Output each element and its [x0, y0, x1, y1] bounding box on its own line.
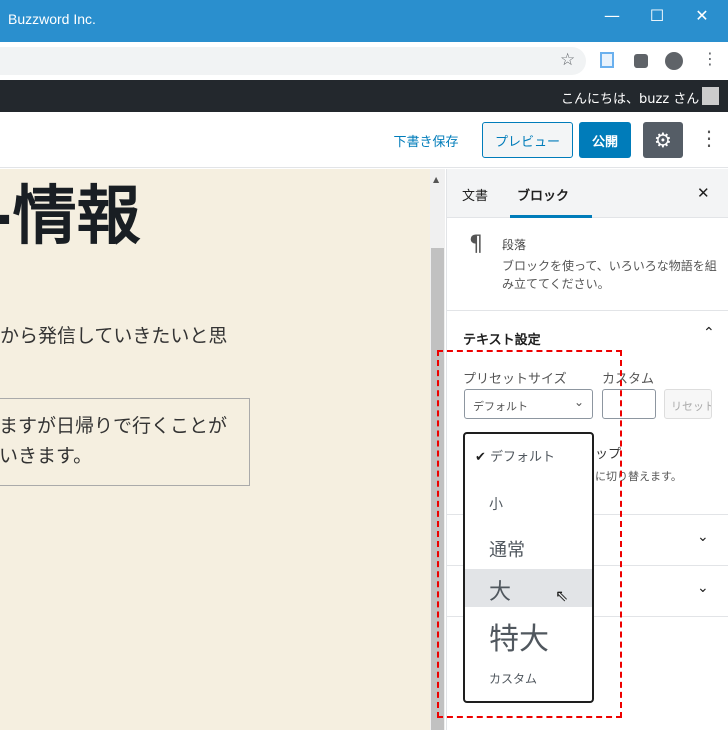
publish-button[interactable]: 公開: [579, 122, 631, 158]
profile-icon[interactable]: [665, 52, 683, 70]
tab-capture-icon[interactable]: [600, 52, 614, 68]
block-card: ¶ 段落 ブロックを使って、いろいろな物語を組み立ててください。: [447, 218, 728, 311]
block-line: ますが日帰りで行くことが: [0, 415, 228, 437]
close-icon[interactable]: ✕: [697, 184, 710, 202]
selected-paragraph-block[interactable]: ますが日帰りで行くことが いきます。: [0, 398, 250, 486]
chevron-down-icon[interactable]: ⌄: [697, 529, 709, 545]
more-options-button[interactable]: ⋮: [699, 126, 719, 150]
browser-toolbar: ☆ ⋮: [0, 42, 728, 80]
editor-toolbar: 下書き保存 プレビュー 公開 ⚙ ⋮: [0, 112, 728, 168]
sidebar-tabs: 文書 ブロック ✕: [447, 169, 728, 218]
block-name: 段落: [502, 238, 527, 252]
paragraph-block[interactable]: から発信していきたいと思: [0, 321, 227, 348]
chevron-down-icon[interactable]: ⌄: [697, 580, 709, 596]
more-icon[interactable]: ⋮: [702, 49, 718, 68]
puzzle-icon[interactable]: [634, 54, 648, 68]
window-titlebar: Buzzword Inc. — ☐ ✕: [0, 0, 728, 42]
tab-block[interactable]: ブロック: [517, 185, 569, 204]
maximize-button[interactable]: ☐: [642, 6, 672, 25]
chevron-up-icon[interactable]: ⌃: [703, 325, 715, 341]
avatar[interactable]: [702, 87, 719, 105]
block-description: ブロックを使って、いろいろな物語を組み立ててください。: [502, 259, 717, 291]
greeting[interactable]: こんにちは、buzz さん: [561, 88, 699, 107]
reset-button[interactable]: リセット: [664, 389, 712, 419]
scroll-up-icon[interactable]: ▲: [433, 175, 439, 184]
post-heading[interactable]: -情報: [0, 169, 141, 257]
address-bar[interactable]: ☆: [0, 47, 586, 75]
tab-document[interactable]: 文書: [462, 185, 488, 204]
highlight-annotation: [437, 350, 622, 718]
minimize-button[interactable]: —: [597, 6, 627, 25]
save-draft-button[interactable]: 下書き保存: [386, 122, 466, 158]
settings-gear-icon[interactable]: ⚙: [643, 122, 683, 158]
bookmark-star-icon[interactable]: ☆: [560, 50, 575, 70]
window-title: Buzzword Inc.: [8, 11, 96, 27]
paragraph-icon: ¶: [469, 232, 483, 257]
editor-canvas: -情報 から発信していきたいと思 ますが日帰りで行くことが いきます。: [0, 169, 430, 730]
preview-button[interactable]: プレビュー: [482, 122, 573, 158]
admin-bar: こんにちは、buzz さん: [0, 80, 728, 112]
block-line: いきます。: [0, 445, 93, 467]
close-window-button[interactable]: ✕: [687, 6, 717, 25]
text-settings-title[interactable]: テキスト設定: [463, 329, 541, 348]
